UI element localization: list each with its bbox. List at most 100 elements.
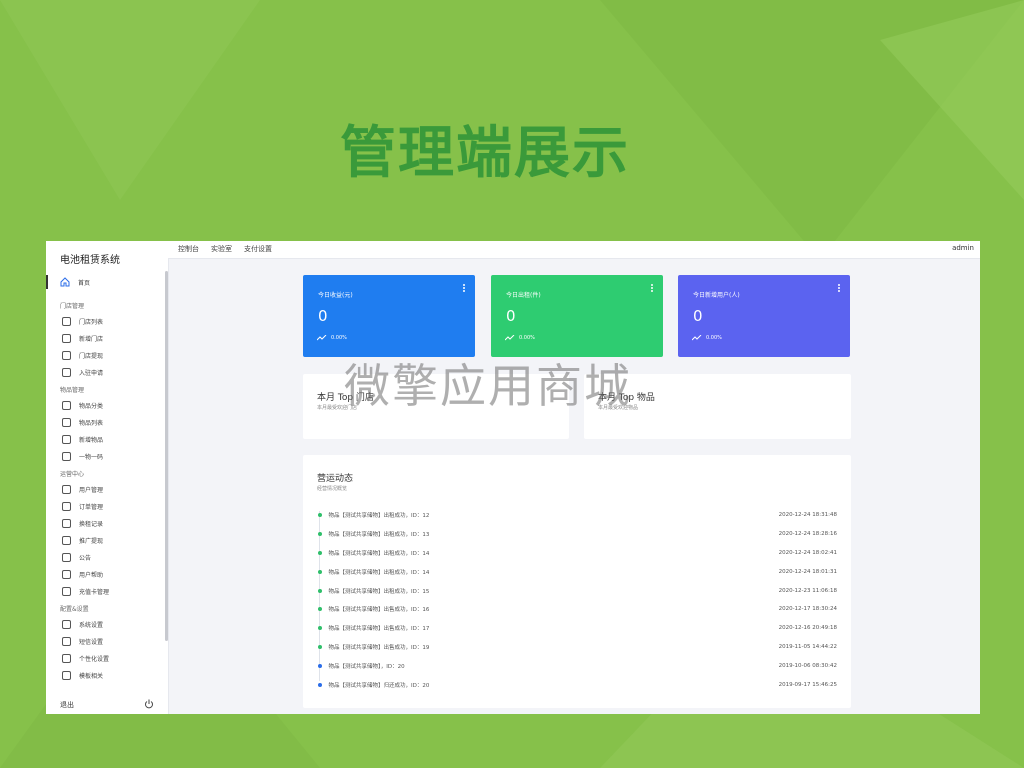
- stat-card-revenue: 今日收益(元) 0 0.00%: [303, 275, 475, 357]
- gear-icon: [62, 620, 71, 629]
- sidebar-item[interactable]: 一物一码: [46, 448, 168, 465]
- activity-time: 2020-12-24 18:01:31: [778, 568, 837, 575]
- activity-row: 物品【测试共享储物】出租成功，ID：15 2020-12-23 11:06:18: [317, 581, 837, 600]
- sidebar-item[interactable]: 门店列表: [46, 313, 168, 330]
- activity-time: 2020-12-17 18:30:24: [778, 606, 837, 613]
- stat-card-percent: 0.00%: [331, 335, 347, 341]
- user-menu[interactable]: admin: [952, 244, 974, 252]
- sidebar-nav: 门店管理门店列表新增门店门店提现入驻申请物品管理物品分类物品列表新增物品 一物一码…: [46, 297, 168, 684]
- sidebar-item[interactable]: 模板相关: [46, 667, 168, 684]
- sidebar-section-title: 门店管理: [60, 303, 85, 310]
- sidebar-item[interactable]: 充值卡管理: [46, 583, 168, 600]
- activity-time: 2020-12-16 20:49:18: [778, 625, 837, 632]
- sidebar-item[interactable]: 新增物品: [46, 431, 168, 448]
- sidebar-section-title: 物品管理: [60, 387, 85, 394]
- sidebar-item[interactable]: 短信设置: [46, 633, 168, 650]
- active-indicator: [46, 275, 48, 289]
- sidebar-item[interactable]: 用户帮助: [46, 566, 168, 583]
- sidebar-item[interactable]: 系统设置: [46, 616, 168, 633]
- stat-card-percent: 0.00%: [519, 335, 535, 341]
- trend-up-icon: [317, 335, 327, 341]
- stat-card-value: 0: [318, 307, 328, 325]
- timeline-dot: [317, 532, 322, 537]
- more-vertical-icon[interactable]: [463, 284, 465, 293]
- activity-row: 物品【测试共享储物】出售成功，ID：17 2020-12-16 20:49:18: [317, 619, 837, 638]
- sidebar-item-label: 订单管理: [79, 504, 104, 511]
- store-icon: [62, 317, 71, 326]
- top-nav-console[interactable]: 控制台: [178, 244, 199, 254]
- stat-card-value: 0: [693, 307, 703, 325]
- panel-subtitle: 经营情况概览: [317, 486, 348, 492]
- stat-card-percent: 0.00%: [706, 335, 722, 341]
- cog-icon: [62, 671, 71, 680]
- sidebar-item[interactable]: 新增门店: [46, 330, 168, 347]
- activity-row: 物品【测试共享储物】出租成功，ID：14 2020-12-24 18:01:31: [317, 562, 837, 581]
- list-icon: [62, 418, 71, 427]
- stat-card-rentals: 今日出租(件) 0 0.00%: [491, 275, 663, 357]
- more-vertical-icon[interactable]: [651, 284, 653, 293]
- activity-text: 物品【测试共享储物】出售成功，ID：16: [328, 607, 430, 614]
- sidebar-item[interactable]: 门店提现: [46, 347, 168, 364]
- sidebar-section-title: 运营中心: [60, 471, 85, 478]
- sidebar-item[interactable]: 换租记录: [46, 515, 168, 532]
- sidebar-item-label: 短信设置: [79, 639, 104, 646]
- sidebar-item[interactable]: 推广提现: [46, 532, 168, 549]
- sidebar-item-label: 物品列表: [79, 420, 104, 427]
- activity-time: 2020-12-24 18:31:48: [778, 512, 837, 519]
- stat-card-trend: 0.00%: [505, 335, 535, 341]
- activity-time: 2019-11-05 14:44:22: [778, 643, 837, 650]
- yen-icon: [62, 536, 71, 545]
- sidebar-item-label: 门店提现: [79, 353, 104, 360]
- sidebar-scrollbar[interactable]: [165, 271, 168, 641]
- activity-row: 物品【测试共享储物】出售成功，ID：16 2020-12-17 18:30:24: [317, 600, 837, 619]
- sidebar-item-label: 门店列表: [79, 319, 104, 326]
- timeline-dot: [317, 513, 322, 518]
- sidebar-item[interactable]: 订单管理: [46, 498, 168, 515]
- top-nav-payment-settings[interactable]: 支付设置: [244, 244, 272, 254]
- sidebar-item-home[interactable]: 首页: [60, 275, 90, 289]
- document-icon: [62, 368, 71, 377]
- add-box-icon: [62, 435, 71, 444]
- admin-app-window: 电池租赁系统 首页 门店管理 门店列表 新增门店 门店提现 入驻申请 物品管理 物品分类 物品…: [46, 241, 980, 714]
- sidebar-item[interactable]: 入驻申请: [46, 364, 168, 381]
- activity-text: 物品【测试共享储物】，ID：20: [328, 663, 405, 670]
- sidebar-item[interactable]: 个性化设置: [46, 650, 168, 667]
- more-vertical-icon[interactable]: [838, 284, 840, 293]
- sidebar-item-label: 个性化设置: [79, 656, 110, 663]
- sidebar-item[interactable]: 公告: [46, 549, 168, 566]
- topbar: 控制台 实验室 支付设置 admin: [168, 241, 980, 259]
- sidebar-item-label: 公告: [79, 555, 92, 562]
- logout-link[interactable]: 退出: [60, 700, 74, 710]
- timeline-dot: [317, 663, 322, 668]
- slide-title: 管理端展示: [340, 121, 630, 186]
- trend-up-icon: [692, 335, 702, 341]
- sidebar-item[interactable]: 物品分类: [46, 397, 168, 414]
- activity-text: 物品【测试共享储物】归还成功，ID：20: [328, 682, 430, 689]
- power-icon[interactable]: [144, 699, 154, 709]
- sidebar-item[interactable]: 用户管理: [46, 481, 168, 498]
- user-icon: [62, 485, 71, 494]
- activity-text: 物品【测试共享储物】出售成功，ID：19: [328, 644, 430, 651]
- top-nav-lab[interactable]: 实验室: [211, 244, 232, 254]
- tablet-icon: [62, 452, 71, 461]
- sidebar-item[interactable]: 物品列表: [46, 414, 168, 431]
- activity-row: 物品【测试共享储物】出租成功，ID：12 2020-12-24 18:31:48: [317, 506, 837, 525]
- card-icon: [62, 587, 71, 596]
- help-icon: [62, 570, 71, 579]
- sidebar-item-label: 充值卡管理: [79, 589, 110, 596]
- activity-panel: 营运动态 经营情况概览 物品【测试共享储物】出租成功，ID：12 2020-12-…: [303, 455, 851, 708]
- activity-time: 2019-10-06 08:30:42: [778, 662, 837, 669]
- sidebar-item-label: 推广提现: [79, 538, 104, 545]
- activity-text: 物品【测试共享储物】出售成功，ID：17: [328, 626, 430, 633]
- activity-row: 物品【测试共享储物】归还成功，ID：20 2019-09-17 15:46:25: [317, 675, 837, 694]
- layout-icon: [62, 654, 71, 663]
- speaker-icon: [62, 553, 71, 562]
- home-icon: [60, 277, 70, 287]
- sidebar-item-label: 换租记录: [79, 521, 104, 528]
- activity-feed: 物品【测试共享储物】出租成功，ID：12 2020-12-24 18:31:48 物…: [317, 506, 837, 694]
- timeline-dot: [317, 626, 322, 631]
- sidebar-item-label: 模板相关: [79, 673, 104, 680]
- sidebar-item-label: 新增门店: [79, 336, 104, 343]
- activity-time: 2020-12-24 18:28:16: [778, 531, 837, 538]
- stat-card-new-users: 今日新增用户(人) 0 0.00%: [678, 275, 850, 357]
